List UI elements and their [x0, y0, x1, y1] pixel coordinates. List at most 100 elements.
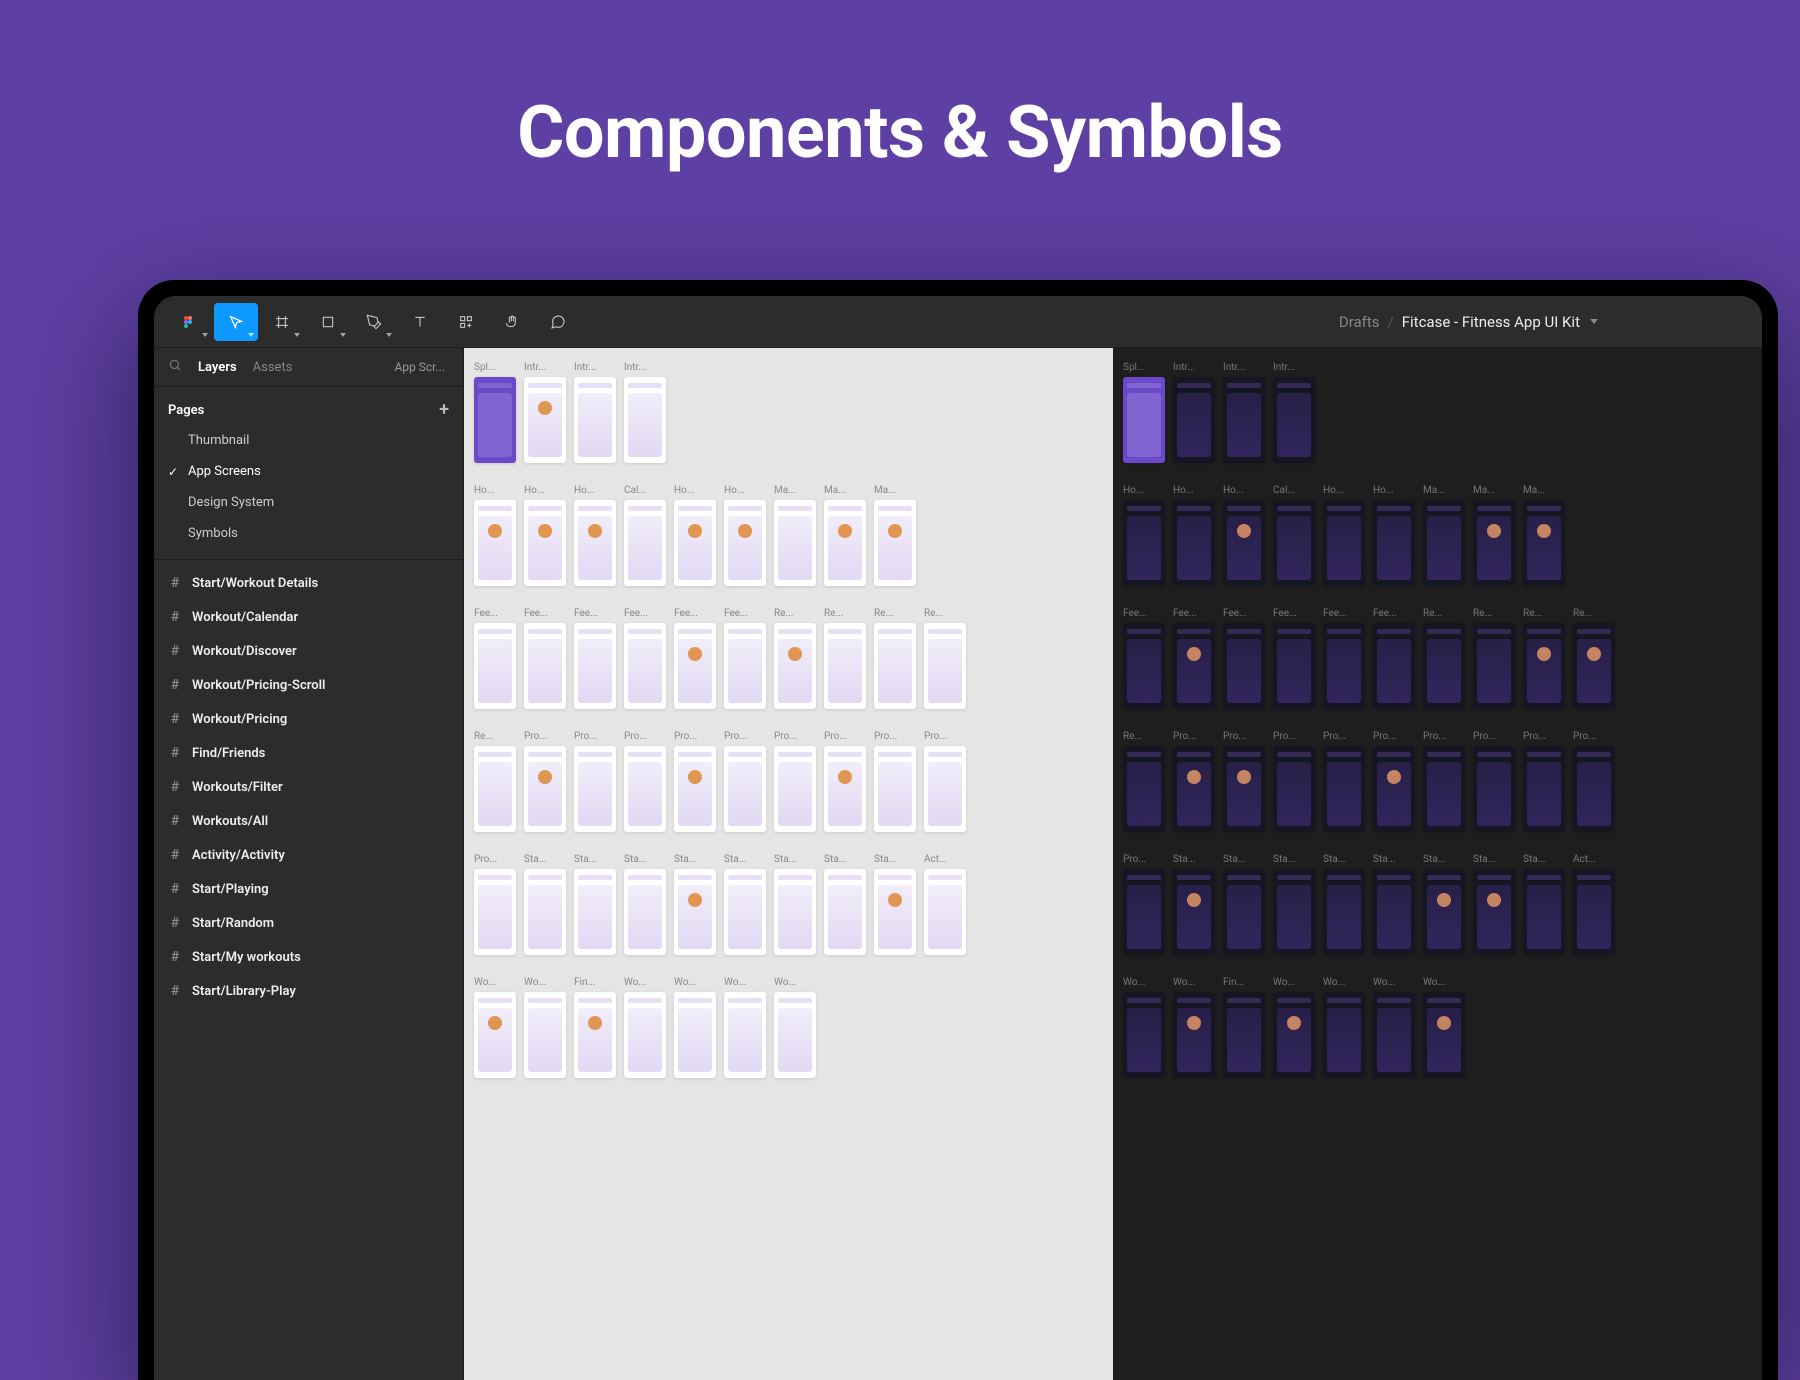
frame-thumbnail[interactable] [574, 869, 616, 955]
add-page-button[interactable]: + [439, 401, 449, 419]
breadcrumb-drafts[interactable]: Drafts [1339, 313, 1380, 331]
frame[interactable]: Cal... [1273, 485, 1315, 586]
hand-tool[interactable] [490, 303, 534, 341]
frame-thumbnail[interactable] [1123, 746, 1165, 832]
frame[interactable]: Wo... [624, 977, 666, 1078]
frame-thumbnail[interactable] [1373, 623, 1415, 709]
frame-thumbnail[interactable] [1173, 500, 1215, 586]
frame[interactable]: Intr... [624, 362, 666, 463]
frame[interactable]: Ma... [1523, 485, 1565, 586]
frame[interactable]: Fee... [1223, 608, 1265, 709]
frame-thumbnail[interactable] [1123, 992, 1165, 1078]
frame[interactable]: Ho... [724, 485, 766, 586]
frame[interactable]: Pro... [1423, 731, 1465, 832]
frame[interactable]: Intr... [524, 362, 566, 463]
frame-thumbnail[interactable] [1123, 623, 1165, 709]
frame[interactable]: Re... [824, 608, 866, 709]
frame-thumbnail[interactable] [774, 869, 816, 955]
frame[interactable]: Sta... [574, 854, 616, 955]
layer-item[interactable]: #Start/Playing [154, 872, 463, 906]
frame-thumbnail[interactable] [474, 500, 516, 586]
frame[interactable]: Pro... [924, 731, 966, 832]
frame-thumbnail[interactable] [1423, 992, 1465, 1078]
frame-thumbnail[interactable] [1323, 869, 1365, 955]
frame[interactable]: Ma... [1423, 485, 1465, 586]
frame[interactable]: Re... [1423, 608, 1465, 709]
page-item[interactable]: Symbols [154, 518, 463, 549]
frame-thumbnail[interactable] [1123, 500, 1165, 586]
frame-thumbnail[interactable] [574, 377, 616, 463]
search-icon[interactable] [168, 358, 182, 376]
frame[interactable]: Wo... [524, 977, 566, 1078]
frame[interactable]: Ho... [1173, 485, 1215, 586]
chevron-down-icon[interactable] [1590, 319, 1598, 324]
frame-thumbnail[interactable] [1323, 623, 1365, 709]
frame[interactable]: Fee... [524, 608, 566, 709]
frame[interactable]: Pro... [1523, 731, 1565, 832]
frame-thumbnail[interactable] [1223, 746, 1265, 832]
frame-thumbnail[interactable] [1423, 500, 1465, 586]
frame[interactable]: Pro... [1123, 854, 1165, 955]
resources-tool[interactable] [444, 303, 488, 341]
frame[interactable]: Pro... [1573, 731, 1615, 832]
frame-thumbnail[interactable] [1473, 623, 1515, 709]
frame-thumbnail[interactable] [924, 746, 966, 832]
frame[interactable]: Wo... [1423, 977, 1465, 1078]
frame-thumbnail[interactable] [574, 746, 616, 832]
frame[interactable]: Ho... [474, 485, 516, 586]
frame-thumbnail[interactable] [824, 623, 866, 709]
layer-item[interactable]: #Workouts/All [154, 804, 463, 838]
frame-thumbnail[interactable] [774, 623, 816, 709]
frame[interactable]: Intr... [1273, 362, 1315, 463]
frame-thumbnail[interactable] [1373, 746, 1415, 832]
frame-thumbnail[interactable] [874, 746, 916, 832]
breadcrumb-file[interactable]: Fitcase - Fitness App UI Kit [1402, 313, 1580, 331]
layer-item[interactable]: #Workouts/Filter [154, 770, 463, 804]
layer-item[interactable]: #Find/Friends [154, 736, 463, 770]
frame-thumbnail[interactable] [724, 869, 766, 955]
pen-tool[interactable] [352, 303, 396, 341]
layer-item[interactable]: #Start/Workout Details [154, 566, 463, 600]
frame-thumbnail[interactable] [1173, 377, 1215, 463]
frame-thumbnail[interactable] [1223, 377, 1265, 463]
frame[interactable]: Intr... [574, 362, 616, 463]
frame[interactable]: Sta... [1173, 854, 1215, 955]
layer-item[interactable]: #Start/My workouts [154, 940, 463, 974]
frame-thumbnail[interactable] [774, 500, 816, 586]
frame[interactable]: Fee... [574, 608, 616, 709]
frame[interactable]: Pro... [624, 731, 666, 832]
frame-thumbnail[interactable] [824, 869, 866, 955]
frame[interactable]: Re... [474, 731, 516, 832]
frame[interactable]: Sta... [674, 854, 716, 955]
layer-item[interactable]: #Start/Library-Play [154, 974, 463, 1008]
frame-thumbnail[interactable] [674, 500, 716, 586]
frame-thumbnail[interactable] [1273, 500, 1315, 586]
frame[interactable]: Act... [924, 854, 966, 955]
frame-thumbnail[interactable] [1423, 869, 1465, 955]
frame-thumbnail[interactable] [1173, 992, 1215, 1078]
frame-thumbnail[interactable] [1323, 500, 1365, 586]
frame-thumbnail[interactable] [824, 746, 866, 832]
layer-item[interactable]: #Workout/Calendar [154, 600, 463, 634]
page-item[interactable]: App Screens [154, 456, 463, 487]
frame[interactable]: Sta... [1323, 854, 1365, 955]
frame-thumbnail[interactable] [724, 500, 766, 586]
frame[interactable]: Pro... [724, 731, 766, 832]
frame[interactable]: Wo... [1273, 977, 1315, 1078]
frame-thumbnail[interactable] [1173, 746, 1215, 832]
frame-thumbnail[interactable] [1223, 623, 1265, 709]
frame[interactable]: Ho... [674, 485, 716, 586]
frame-thumbnail[interactable] [474, 992, 516, 1078]
frame-thumbnail[interactable] [674, 746, 716, 832]
frame-thumbnail[interactable] [874, 623, 916, 709]
frame-thumbnail[interactable] [724, 992, 766, 1078]
frame-thumbnail[interactable] [1273, 992, 1315, 1078]
frame-thumbnail[interactable] [624, 746, 666, 832]
frame-thumbnail[interactable] [524, 992, 566, 1078]
frame[interactable]: Sta... [1473, 854, 1515, 955]
frame-thumbnail[interactable] [1573, 623, 1615, 709]
layer-item[interactable]: #Workout/Discover [154, 634, 463, 668]
frame-thumbnail[interactable] [574, 992, 616, 1078]
frame[interactable]: Fee... [1173, 608, 1215, 709]
frame[interactable]: Fee... [1373, 608, 1415, 709]
